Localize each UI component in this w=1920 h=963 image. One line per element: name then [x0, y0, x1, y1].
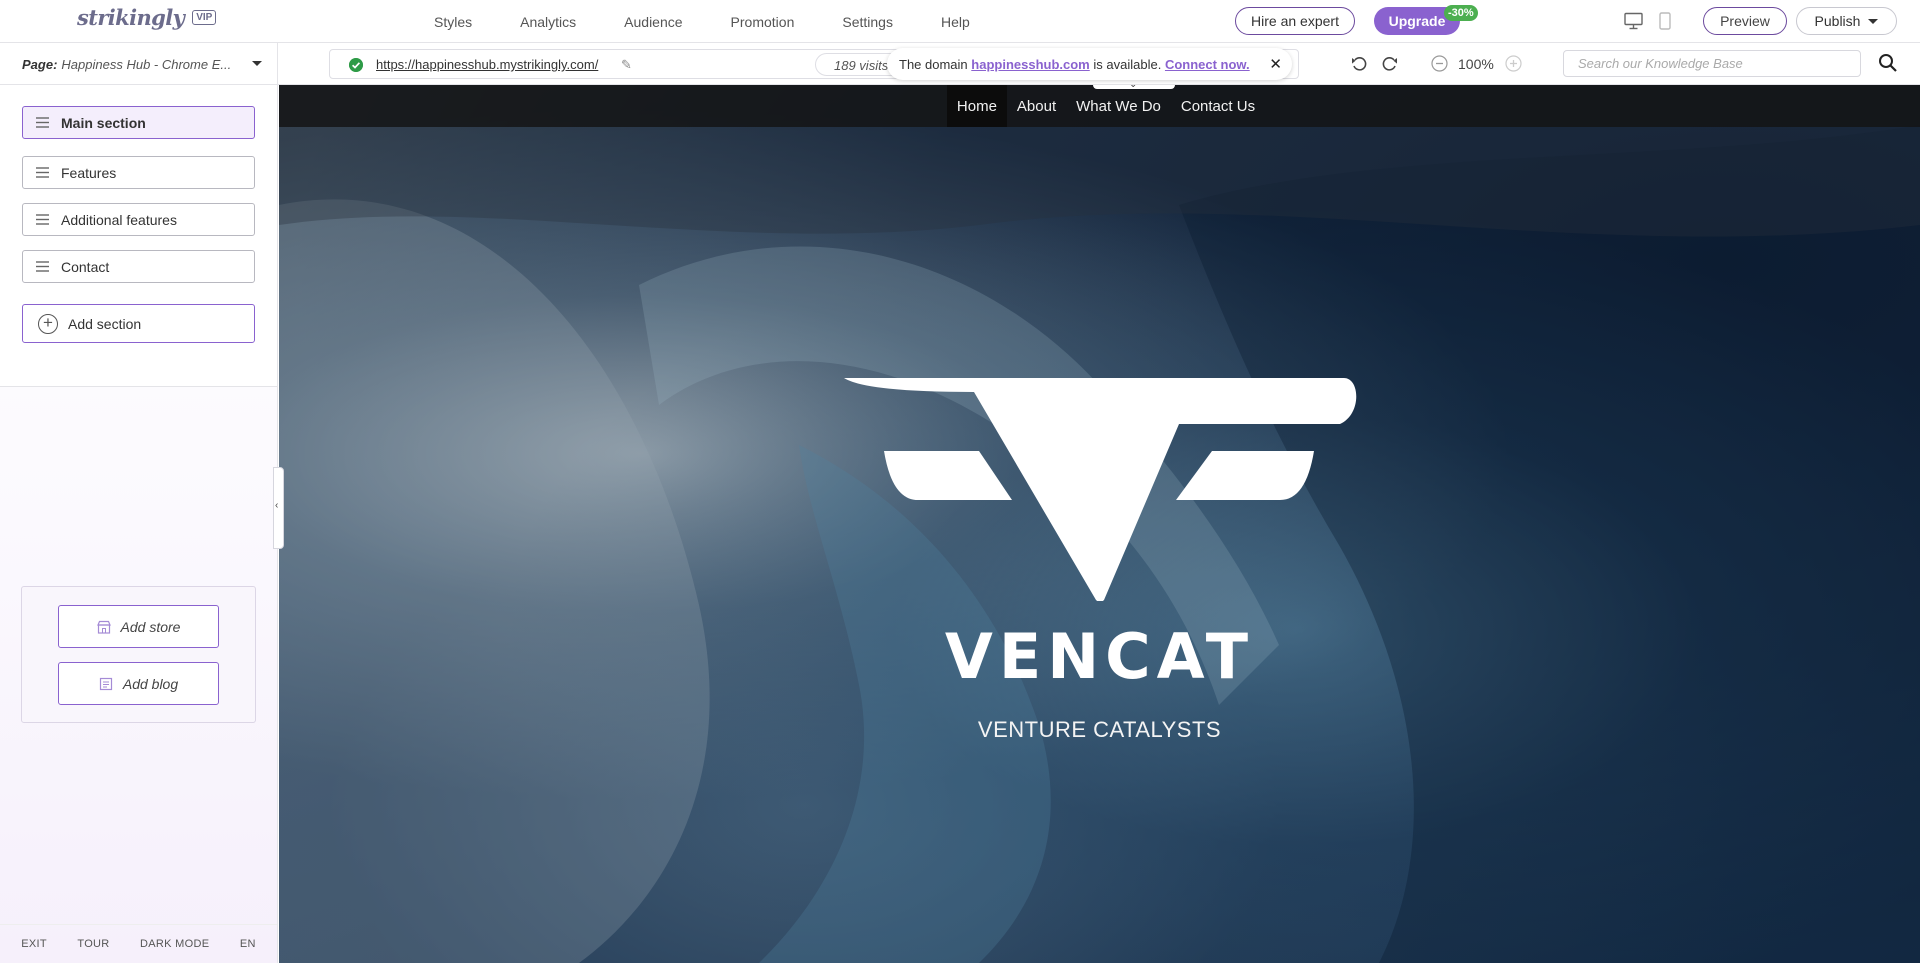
tour-link[interactable]: TOUR [77, 938, 109, 950]
drag-handle-icon[interactable] [36, 261, 49, 272]
top-toolbar: strikingly VIP Styles Analytics Audience… [0, 0, 1920, 43]
vip-badge: VIP [192, 10, 217, 25]
drag-handle-icon[interactable] [36, 214, 49, 225]
domain-link[interactable]: happinesshub.com [971, 57, 1089, 72]
page-selector-value: Happiness Hub - Chrome E... [61, 56, 232, 72]
publish-button[interactable]: Publish [1796, 7, 1897, 35]
store-blog-panel: Add store Add blog [21, 586, 256, 723]
add-section-label: Add section [68, 315, 142, 332]
add-store-button[interactable]: Add store [58, 605, 219, 648]
main-nav: Styles Analytics Audience Promotion Sett… [410, 0, 994, 43]
zoom-in-icon[interactable] [1505, 55, 1522, 72]
hire-expert-button[interactable]: Hire an expert [1235, 7, 1355, 35]
mobile-icon[interactable] [1659, 12, 1671, 30]
site-nav-home[interactable]: Home [946, 85, 1007, 127]
section-item-label: Additional features [61, 211, 177, 228]
site-nav-contact-us[interactable]: Contact Us [1171, 85, 1265, 127]
add-blog-button[interactable]: Add blog [58, 662, 219, 705]
chevron-left-icon: ‹ [275, 500, 279, 511]
logo-text: strikingly [77, 5, 185, 30]
dark-mode-toggle[interactable]: DARK MODE [140, 938, 209, 950]
section-item-label: Main section [61, 114, 146, 131]
redo-icon[interactable] [1381, 55, 1399, 73]
zoom-out-icon[interactable] [1431, 55, 1448, 72]
add-store-label: Add store [120, 618, 181, 635]
section-item-additional-features[interactable]: Additional features [22, 203, 255, 236]
site-nav-what-we-do[interactable]: What We Do [1066, 85, 1171, 127]
strikingly-logo[interactable]: strikingly VIP [77, 5, 217, 30]
add-blog-label: Add blog [122, 675, 179, 692]
site-url-link[interactable]: https://happinesshub.mystrikingly.com/ [376, 57, 598, 72]
brand-tagline: VENTURE CATALYSTS [977, 717, 1222, 742]
store-icon [96, 620, 111, 634]
nav-analytics[interactable]: Analytics [496, 14, 600, 30]
nav-settings[interactable]: Settings [818, 14, 917, 30]
desktop-icon[interactable] [1624, 12, 1643, 30]
nav-promotion[interactable]: Promotion [707, 14, 819, 30]
nav-help[interactable]: Help [917, 14, 994, 30]
discount-badge: -30% [1444, 5, 1478, 21]
blog-icon [99, 677, 112, 690]
site-navigation: Home About What We Do Contact Us [279, 85, 1920, 127]
domain-available-notice: The domain happinesshub.com is available… [887, 48, 1292, 80]
sidebar-collapse-handle[interactable]: ‹ [273, 467, 284, 549]
page-selector-label: Page: [22, 56, 58, 72]
site-nav-about[interactable]: About [1007, 85, 1066, 127]
exit-link[interactable]: EXIT [21, 938, 47, 950]
plus-circle-icon: + [38, 314, 58, 334]
section-item-features[interactable]: Features [22, 156, 255, 189]
check-circle-icon [349, 58, 363, 72]
zoom-level: 100% [1458, 56, 1494, 72]
undo-icon[interactable] [1350, 55, 1368, 73]
chevron-down-icon [1868, 18, 1879, 24]
sections-list: Main section Features Additional feature… [0, 85, 277, 387]
drag-handle-icon[interactable] [36, 167, 49, 178]
chevron-down-icon: ⌄ [1129, 85, 1137, 90]
knowledge-base-search-input[interactable]: Search our Knowledge Base [1563, 50, 1861, 77]
nav-edit-handle[interactable]: ⌄ [1093, 85, 1175, 90]
close-icon[interactable]: ✕ [1269, 55, 1282, 73]
section-item-contact[interactable]: Contact [22, 250, 255, 283]
publish-label: Publish [1814, 13, 1861, 29]
section-item-label: Contact [61, 258, 110, 275]
sidebar-footer: EXIT TOUR DARK MODE EN [0, 924, 277, 963]
search-icon[interactable] [1878, 53, 1898, 73]
connect-now-link[interactable]: Connect now. [1165, 57, 1250, 72]
add-section-button[interactable]: + Add section [22, 304, 255, 343]
section-item-label: Features [61, 164, 117, 181]
site-preview-canvas[interactable]: Home About What We Do Contact Us ⌄ VENCA… [279, 85, 1920, 963]
page-selector[interactable]: Page: Happiness Hub - Chrome E... [0, 43, 278, 85]
nav-styles[interactable]: Styles [410, 14, 496, 30]
section-item-main[interactable]: Main section [22, 106, 255, 139]
notice-prefix: The domain [899, 56, 968, 72]
chevron-down-icon [252, 61, 262, 66]
brand-name: VENCAT [944, 620, 1255, 693]
notice-middle: is available. [1093, 56, 1162, 72]
vencat-logo [844, 378, 1357, 601]
language-selector[interactable]: EN [240, 938, 256, 950]
preview-button[interactable]: Preview [1703, 7, 1787, 35]
nav-audience[interactable]: Audience [600, 14, 706, 30]
pencil-icon[interactable]: ✎ [621, 57, 632, 73]
editor-sidebar: Main section Features Additional feature… [0, 85, 278, 963]
drag-handle-icon[interactable] [36, 117, 49, 128]
